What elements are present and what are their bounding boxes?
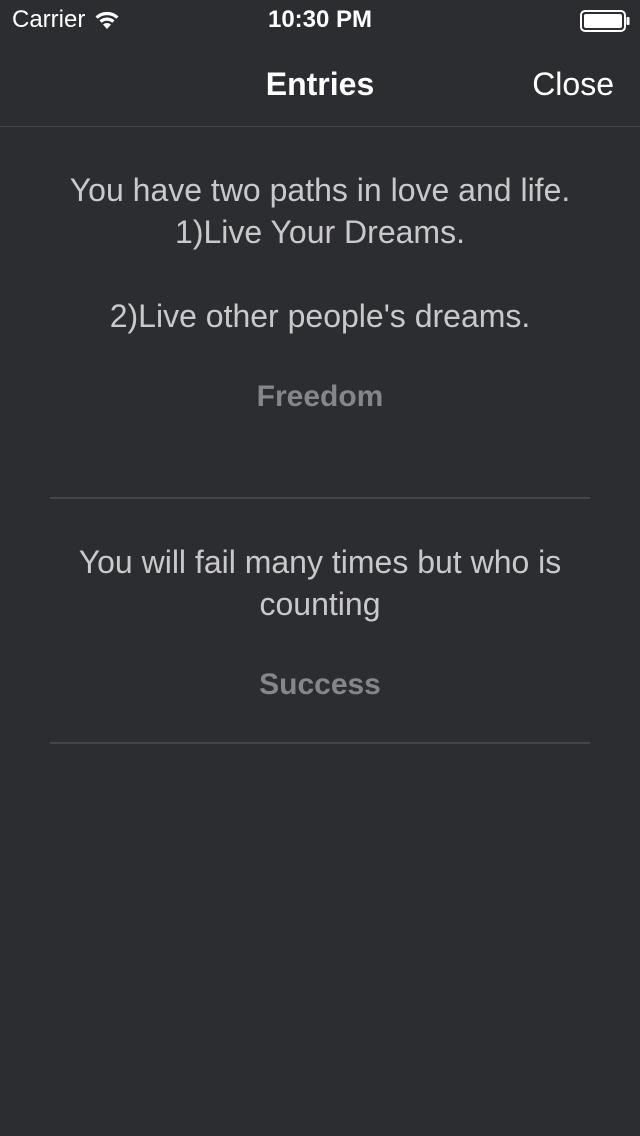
entry-category: Success (259, 668, 381, 701)
entry-item[interactable]: You will fail many times but who is coun… (50, 499, 590, 744)
status-time: 10:30 PM (267, 6, 373, 33)
battery-icon (580, 10, 630, 32)
entry-quote: You have two paths in love and life. 1)L… (69, 172, 571, 334)
entry-quote: You will fail many times but who is coun… (78, 544, 562, 622)
entry-item[interactable]: You have two paths in love and life. 1)L… (50, 127, 590, 499)
entry-category: Freedom (256, 380, 384, 413)
close-button[interactable]: Close (532, 64, 614, 104)
entries-list: You have two paths in love and life. 1)L… (50, 127, 590, 744)
status-bar: Carrier 10:30 PM (0, 0, 640, 40)
navigation-bar: Entries Close (0, 40, 640, 127)
